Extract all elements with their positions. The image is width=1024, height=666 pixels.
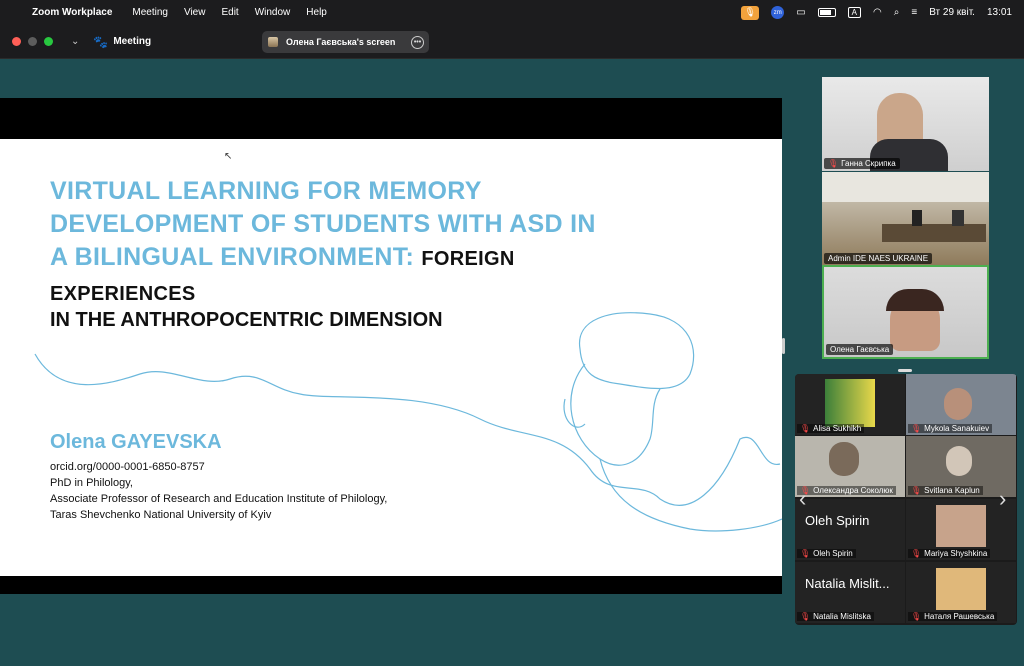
zoom-toolbar: ⌄ 🐾 Meeting Олена Гаєвська's screen ••• bbox=[0, 25, 1024, 59]
video-tile-2[interactable]: Admin IDE NAES UKRAINE bbox=[822, 172, 989, 266]
chevron-down-icon[interactable]: ⌄ bbox=[71, 36, 79, 47]
participant-name: Mariya Shyshkina bbox=[924, 549, 988, 558]
participant-name: Олександра Соколюк bbox=[813, 486, 893, 495]
menubar-date: Вт 29 квіт. bbox=[929, 7, 975, 18]
gallery-label: 🎙 Alisa Sukhikh bbox=[797, 424, 865, 433]
video-tile-3[interactable]: Олена Гаєвська bbox=[822, 265, 989, 359]
zoom-status-icon[interactable]: zm bbox=[771, 6, 785, 19]
participant-face bbox=[944, 388, 972, 420]
meeting-info-button[interactable]: 🐾 Meeting bbox=[93, 35, 151, 49]
gallery-label: 🎙 Natalia Mislitska bbox=[797, 612, 874, 621]
participant-avatar bbox=[936, 505, 986, 547]
participant-name: Natalia Mislitska bbox=[813, 612, 871, 621]
slide-degree: PhD in Philology, bbox=[50, 477, 133, 489]
participant-name: Oleh Spirin bbox=[813, 549, 853, 558]
minimize-window-button[interactable] bbox=[28, 37, 37, 46]
participant-name: Admin IDE NAES UKRAINE bbox=[828, 254, 929, 263]
screen-thumbnail-icon bbox=[268, 37, 278, 47]
video-label: 🎙 Ганна Скрипка bbox=[824, 158, 900, 169]
video-label: Олена Гаєвська bbox=[826, 344, 894, 355]
gallery-label: 🎙 Svitlana Kaplun bbox=[908, 486, 983, 495]
gallery-drag-handle[interactable] bbox=[898, 369, 912, 372]
close-window-button[interactable] bbox=[12, 37, 21, 46]
slide-university: Taras Shevchenko National University of … bbox=[50, 509, 272, 521]
battery-icon[interactable] bbox=[817, 8, 836, 17]
participant-figure bbox=[912, 210, 922, 226]
gallery-label: 🎙 Наталя Рашевська bbox=[908, 612, 998, 621]
screen-share-label: Олена Гаєвська's screen bbox=[286, 37, 396, 47]
participant-hair bbox=[886, 289, 944, 311]
presentation-slide: VIRTUAL LEARNING FOR MEMORY DEVELOPMENT … bbox=[0, 139, 782, 576]
gallery-label: 🎙 Mykola Sanakuiev bbox=[908, 424, 993, 433]
search-icon[interactable]: ⌕ bbox=[894, 7, 900, 18]
gallery-label: 🎙 Oleh Spirin bbox=[797, 549, 856, 558]
participant-name: Alisa Sukhikh bbox=[813, 424, 862, 433]
gallery-tile[interactable]: Oleh Spirin 🎙 Oleh Spirin bbox=[795, 499, 905, 560]
muted-mic-icon: 🎙 bbox=[800, 612, 811, 621]
more-options-icon[interactable]: ••• bbox=[411, 35, 424, 49]
app-menu[interactable]: Zoom Workplace bbox=[32, 7, 112, 18]
mouse-cursor-icon: ↖ bbox=[224, 151, 233, 162]
muted-mic-icon: 🎙 bbox=[911, 549, 922, 558]
gallery-tile[interactable]: 🎙 Alisa Sukhikh bbox=[795, 374, 905, 435]
menu-edit[interactable]: Edit bbox=[221, 7, 238, 18]
meeting-label: Meeting bbox=[113, 36, 152, 47]
menu-window[interactable]: Window bbox=[255, 7, 291, 18]
gallery-tile[interactable]: 🎙 Наталя Рашевська bbox=[906, 562, 1016, 623]
input-source-icon[interactable]: A bbox=[847, 7, 862, 18]
participant-name: Ганна Скрипка bbox=[841, 159, 896, 168]
participant-name: Олена Гаєвська bbox=[830, 345, 890, 354]
slide-subtitle: IN THE ANTHROPOCENTRIC DIMENSION bbox=[50, 309, 443, 331]
paw-icon: 🐾 bbox=[93, 34, 109, 49]
gallery-tile[interactable]: 🎙 Олександра Соколюк bbox=[795, 436, 905, 497]
gallery-tile[interactable]: Natalia Mislit... 🎙 Natalia Mislitska bbox=[795, 562, 905, 623]
gallery-next-button[interactable]: › bbox=[999, 486, 1006, 512]
participant-gallery: 🎙 Alisa Sukhikh 🎙 Mykola Sanakuiev 🎙 Олекса… bbox=[795, 374, 1017, 625]
room-ceiling bbox=[822, 172, 989, 202]
participant-name: Mykola Sanakuiev bbox=[924, 424, 990, 433]
muted-mic-icon: 🎙 bbox=[800, 424, 811, 433]
muted-mic-icon: 🎙 bbox=[911, 424, 922, 433]
gallery-prev-button[interactable]: ‹ bbox=[799, 486, 806, 512]
participant-face bbox=[829, 442, 859, 476]
slide-orcid: orcid.org/0000-0001-6850-8757 bbox=[50, 461, 205, 473]
participant-avatar bbox=[936, 568, 986, 610]
gallery-label: 🎙 Mariya Shyshkina bbox=[908, 549, 991, 558]
muted-mic-icon: 🎙 bbox=[911, 486, 922, 495]
participant-video bbox=[825, 379, 875, 427]
participant-name: Svitlana Kaplun bbox=[924, 486, 980, 495]
menu-meeting[interactable]: Meeting bbox=[132, 7, 168, 18]
participant-name-placeholder: Oleh Spirin bbox=[805, 513, 870, 528]
participant-figure bbox=[952, 210, 964, 226]
room-desk bbox=[882, 224, 986, 242]
participant-face bbox=[946, 446, 972, 476]
slide-title: VIRTUAL LEARNING FOR MEMORY DEVELOPMENT … bbox=[50, 175, 610, 311]
muted-mic-icon: 🎙 bbox=[911, 612, 922, 621]
gallery-label: 🎙 Олександра Соколюк bbox=[797, 486, 896, 495]
display-icon[interactable]: ▭ bbox=[796, 7, 805, 18]
menu-view[interactable]: View bbox=[184, 7, 206, 18]
video-label: Admin IDE NAES UKRAINE bbox=[824, 253, 933, 264]
microphone-icon[interactable]: 🎙 bbox=[741, 5, 760, 20]
menu-bar: Zoom Workplace Meeting View Edit Window … bbox=[0, 0, 1024, 25]
resize-handle[interactable] bbox=[782, 338, 785, 354]
menubar-time: 13:01 bbox=[986, 7, 1012, 18]
wifi-icon[interactable]: ◠ bbox=[873, 7, 882, 18]
screen-share-pill[interactable]: Олена Гаєвська's screen ••• bbox=[262, 31, 429, 53]
slide-author: Olena GAYEVSKA bbox=[50, 431, 222, 453]
shared-screen: VIRTUAL LEARNING FOR MEMORY DEVELOPMENT … bbox=[0, 98, 782, 594]
participant-name-placeholder: Natalia Mislit... bbox=[805, 576, 890, 591]
control-center-icon[interactable]: ≡ bbox=[911, 7, 917, 18]
slide-position: Associate Professor of Research and Educ… bbox=[50, 493, 388, 505]
participant-name: Наталя Рашевська bbox=[924, 612, 995, 621]
fullscreen-window-button[interactable] bbox=[44, 37, 53, 46]
muted-mic-icon: 🎙 bbox=[800, 549, 811, 558]
gallery-tile[interactable]: 🎙 Mykola Sanakuiev bbox=[906, 374, 1016, 435]
muted-mic-icon: 🎙 bbox=[828, 159, 839, 168]
video-tile-1[interactable]: 🎙 Ганна Скрипка bbox=[822, 77, 989, 171]
menu-help[interactable]: Help bbox=[306, 7, 327, 18]
